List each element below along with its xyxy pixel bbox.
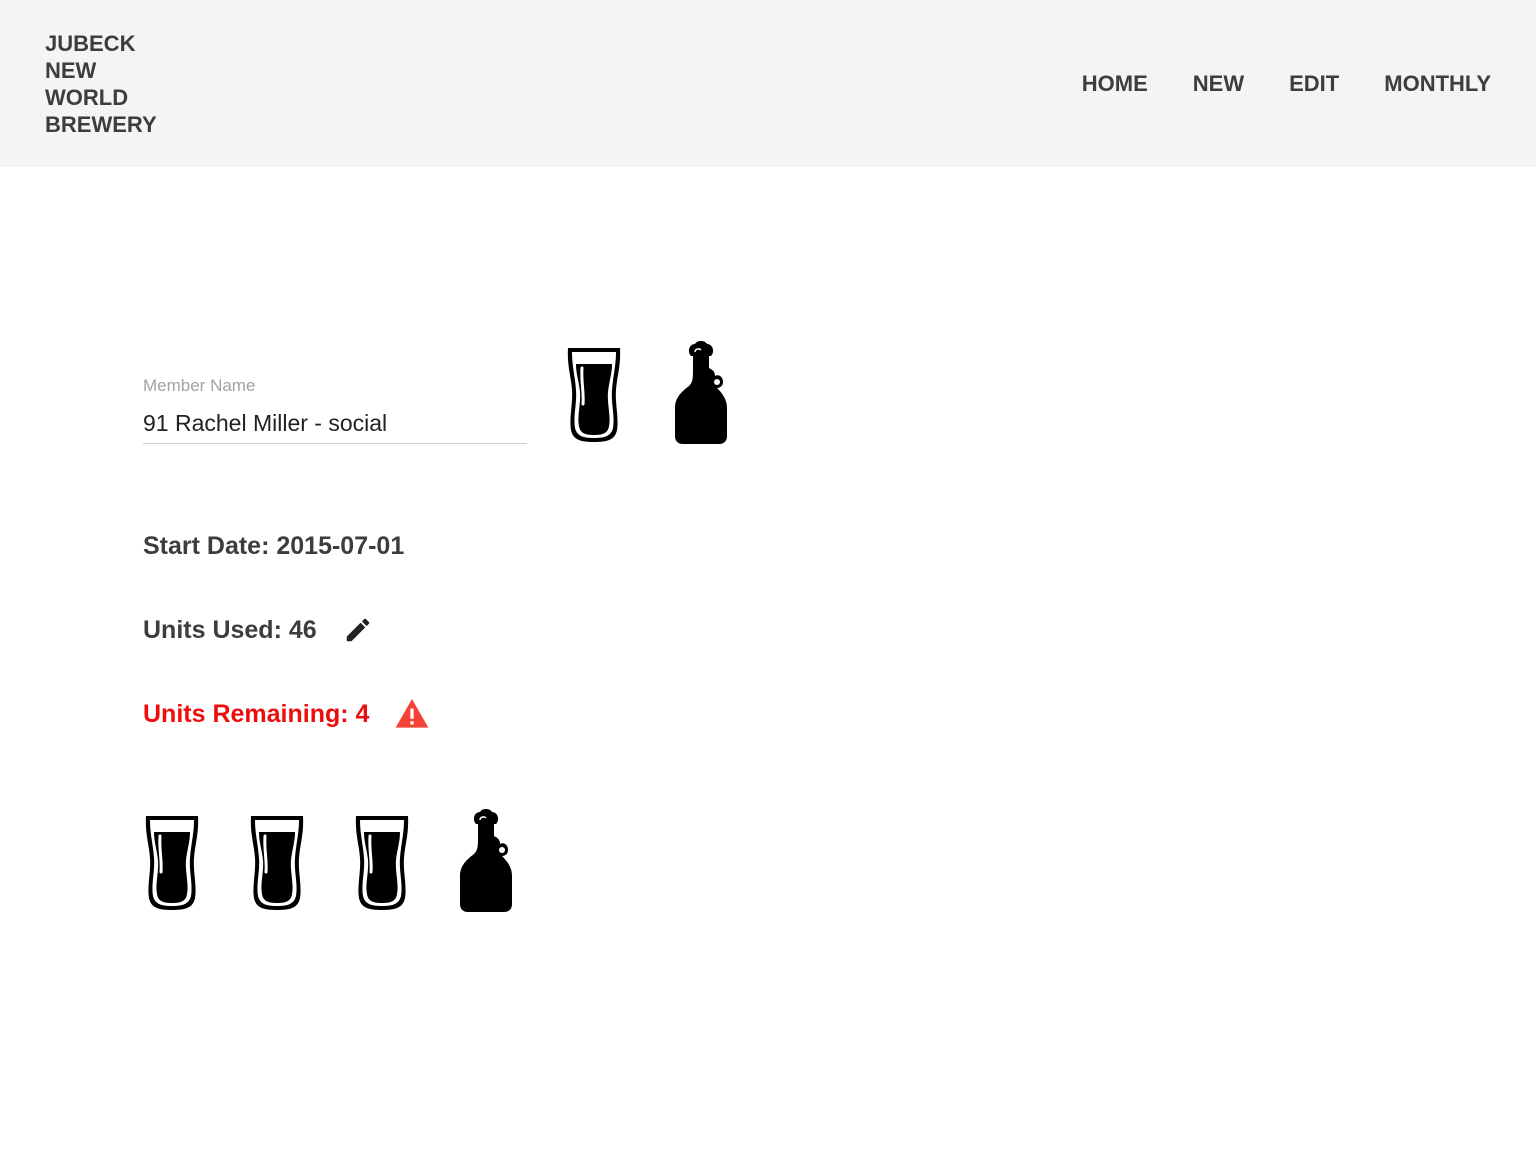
pint-glass-icon[interactable] (565, 344, 623, 444)
growler-icon[interactable] (673, 340, 729, 444)
nav-edit[interactable]: EDIT (1289, 70, 1339, 98)
brand-logo[interactable]: JUBECK NEW WORLD BREWERY (45, 30, 185, 138)
start-date-text: Start Date: 2015-07-01 (143, 532, 405, 560)
units-remaining-row: Units Remaining: 4 (143, 699, 429, 729)
pint-glass-icon (355, 816, 409, 910)
growler-icon (460, 809, 512, 912)
warning-icon (396, 699, 429, 728)
member-name-input[interactable] (143, 410, 527, 444)
nav-monthly[interactable]: MONTHLY (1384, 70, 1491, 98)
units-used-text: Units Used: 46 (143, 616, 317, 644)
member-name-field: Member Name (143, 376, 527, 444)
nav-new[interactable]: NEW (1193, 70, 1244, 98)
units-used-row: Units Used: 46 (143, 615, 373, 645)
quick-add-icons (565, 340, 729, 444)
remaining-units-icons (143, 808, 514, 912)
start-date-row: Start Date: 2015-07-01 (143, 531, 410, 561)
pencil-icon[interactable] (343, 615, 373, 645)
pint-glass-icon (145, 816, 199, 910)
pint-glass-icon (250, 816, 304, 910)
main-nav: HOME NEW EDIT MONTHLY (1037, 70, 1491, 98)
nav-home[interactable]: HOME (1082, 70, 1148, 98)
app-header: JUBECK NEW WORLD BREWERY HOME NEW EDIT M… (0, 0, 1536, 167)
units-remaining-text: Units Remaining: 4 (143, 700, 370, 728)
member-name-label: Member Name (143, 376, 256, 395)
